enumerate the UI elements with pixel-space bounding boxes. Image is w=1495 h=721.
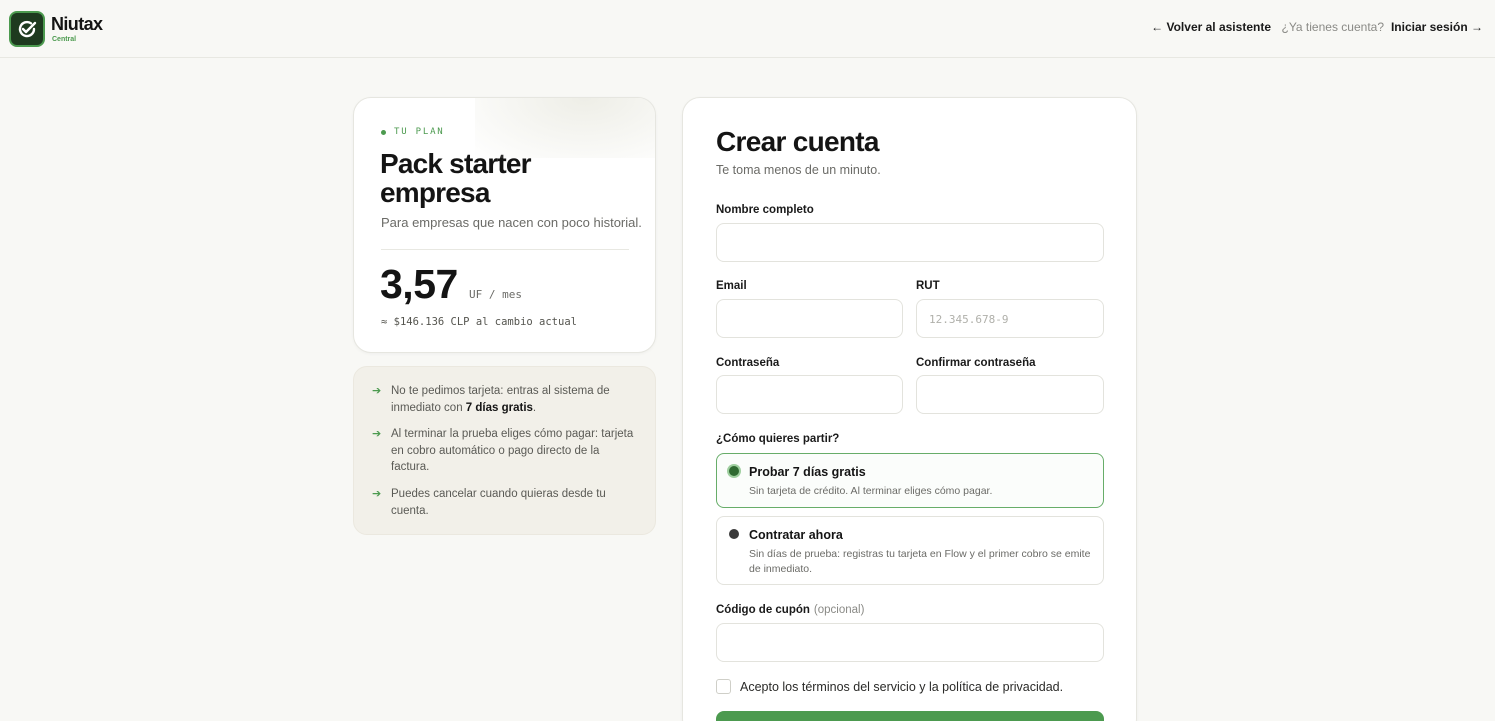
option-trial-description: Sin tarjeta de crédito. Al terminar elig… — [749, 485, 993, 497]
benefit-item: ➔ Al terminar la prueba eliges cómo paga… — [372, 426, 634, 476]
terms-label[interactable]: Acepto los términos del servicio y la po… — [740, 680, 1063, 694]
password-input[interactable] — [716, 375, 903, 414]
radio-selected-icon[interactable] — [729, 466, 739, 476]
benefit-text: No te pedimos tarjeta: entras al sistema… — [391, 385, 610, 414]
plan-description: Para empresas que nacen con poco histori… — [381, 215, 642, 230]
signup-form-card: Crear cuenta Te toma menos de un minuto.… — [682, 97, 1137, 721]
option-buy-title: Contratar ahora — [749, 528, 843, 542]
coupon-label: Código de cupón (opcional) — [716, 604, 865, 616]
email-input[interactable] — [716, 299, 903, 338]
top-header: Niutax Central ← Volver al asistente ¿Ya… — [0, 0, 1495, 58]
benefit-text: Al terminar la prueba eliges cómo pagar:… — [391, 428, 634, 473]
plan-benefits-card: ➔ No te pedimos tarjeta: entras al siste… — [353, 366, 656, 535]
rut-input[interactable] — [916, 299, 1104, 338]
plan-tag: TU PLAN — [381, 127, 445, 137]
plan-clp-equivalent: ≈ $146.136 CLP al cambio actual — [381, 316, 577, 328]
back-to-assistant-link[interactable]: ← Volver al asistente — [1151, 20, 1271, 34]
name-label: Nombre completo — [716, 204, 814, 216]
login-link[interactable]: Iniciar sesión → — [1391, 20, 1483, 34]
option-buy-now[interactable]: Contratar ahora Sin días de prueba: regi… — [716, 516, 1104, 585]
plan-summary-card: TU PLAN Pack starter empresa Para empres… — [353, 97, 656, 353]
form-title: Crear cuenta — [716, 126, 879, 157]
coupon-optional-hint: (opcional) — [813, 604, 865, 616]
option-buy-description: Sin días de prueba: registras tu tarjeta… — [749, 548, 1091, 575]
benefit-text: Puedes cancelar cuando quieras desde tu … — [391, 488, 606, 517]
status-dot-icon — [381, 129, 386, 135]
rut-label: RUT — [916, 280, 940, 292]
benefit-item: ➔ Puedes cancelar cuando quieras desde t… — [372, 486, 634, 519]
password-label: Contraseña — [716, 357, 780, 369]
arrow-right-icon: ➔ — [372, 428, 382, 440]
plan-price: 3,57 — [380, 261, 458, 307]
email-label: Email — [716, 280, 747, 292]
arrow-right-icon: ➔ — [372, 488, 382, 500]
logo-check-icon[interactable] — [9, 11, 45, 47]
logo-subtitle: Central — [52, 36, 77, 43]
option-trial-title: Probar 7 días gratis — [749, 465, 866, 479]
plan-tag-label: TU PLAN — [394, 127, 445, 137]
start-option-question: ¿Cómo quieres partir? — [716, 433, 840, 445]
plan-title: Pack starter empresa — [380, 148, 532, 208]
logo-name[interactable]: Niutax — [51, 14, 103, 35]
confirm-password-input[interactable] — [916, 375, 1104, 414]
arrow-right-icon: ➔ — [372, 385, 382, 397]
full-name-input[interactable] — [716, 223, 1104, 262]
terms-checkbox[interactable] — [716, 679, 731, 694]
form-subtitle: Te toma menos de un minuto. — [716, 163, 881, 177]
benefit-item: ➔ No te pedimos tarjeta: entras al siste… — [372, 383, 634, 416]
radio-unselected-icon[interactable] — [729, 529, 739, 539]
divider — [381, 249, 629, 250]
submit-button[interactable] — [716, 711, 1104, 721]
plan-price-unit: UF / mes — [469, 288, 522, 301]
coupon-input[interactable] — [716, 623, 1104, 662]
option-trial[interactable]: Probar 7 días gratis Sin tarjeta de créd… — [716, 453, 1104, 508]
confirm-password-label: Confirmar contraseña — [916, 357, 1036, 369]
account-question-text: ¿Ya tienes cuenta? — [1281, 20, 1384, 34]
